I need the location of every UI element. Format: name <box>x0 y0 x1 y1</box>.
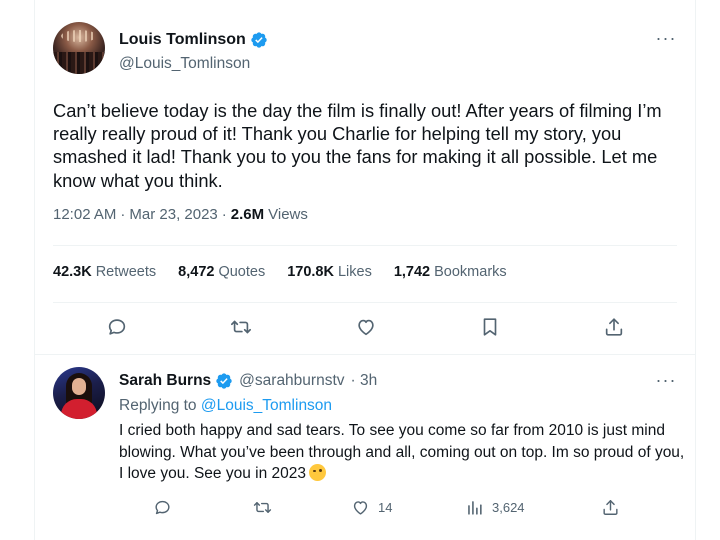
views-label: Views <box>268 206 308 223</box>
reply-actions: 14 3,624 <box>119 498 639 522</box>
stat-label: Likes <box>337 264 372 280</box>
like-count: 14 <box>378 500 393 515</box>
tweet-metadata: 12:02 AM · Mar 23, 2023 · 2.6M Views <box>53 206 308 223</box>
share-button[interactable] <box>601 498 620 517</box>
like-button[interactable]: 14 <box>351 498 392 517</box>
author-name[interactable]: Louis Tomlinson <box>119 31 246 49</box>
reply-text-block: I cried both happy and sad tears. To see… <box>119 420 689 485</box>
stat-count: 1,742 <box>393 264 431 280</box>
tweet-actions <box>35 316 695 344</box>
reply-time[interactable]: · 3h <box>351 372 378 390</box>
share-button[interactable] <box>603 316 627 340</box>
avatar-face <box>72 378 86 395</box>
reply-author-handle[interactable]: @sarahburnstv <box>239 372 344 390</box>
stat-label: Bookmarks <box>434 264 507 280</box>
meta-separator: · <box>221 206 227 223</box>
divider <box>35 354 695 355</box>
verified-badge-icon <box>251 32 267 48</box>
stat-quotes[interactable]: 8,472 Quotes <box>178 264 265 280</box>
winking-face-emoji-icon <box>309 464 326 481</box>
bookmark-icon <box>483 318 497 336</box>
like-icon <box>353 501 368 515</box>
engagement-stats: 42.3K Retweets 8,472 Quotes 170.8K Likes… <box>53 264 507 280</box>
retweet-icon <box>231 320 251 334</box>
stat-bookmarks[interactable]: 1,742 Bookmarks <box>394 264 507 280</box>
retweet-button[interactable] <box>253 498 272 517</box>
stat-retweets[interactable]: 42.3K Retweets <box>53 264 156 280</box>
tweet-date[interactable]: Mar 23, 2023 <box>129 206 217 223</box>
analytics-icon <box>468 501 482 515</box>
stat-likes[interactable]: 170.8K Likes <box>287 264 372 280</box>
views-count: 3,624 <box>492 500 525 515</box>
replying-to-label: Replying to <box>119 397 197 414</box>
meta-separator: · <box>120 206 126 223</box>
reply-icon <box>108 319 126 335</box>
views-button[interactable]: 3,624 <box>465 498 525 517</box>
reply-button[interactable] <box>153 498 172 517</box>
views-count: 2.6M <box>230 206 265 223</box>
stat-count: 8,472 <box>178 264 215 280</box>
divider <box>53 302 677 303</box>
retweet-icon <box>253 502 272 513</box>
share-icon <box>605 318 623 336</box>
stat-label: Quotes <box>218 264 266 280</box>
like-button[interactable] <box>355 316 379 340</box>
avatar[interactable] <box>53 22 105 74</box>
replying-to: Replying to @Louis_Tomlinson <box>119 397 332 415</box>
stage-lights <box>61 30 97 42</box>
reply-text: I cried both happy and sad tears. To see… <box>119 422 685 482</box>
verified-badge-icon <box>216 373 232 389</box>
share-icon <box>603 500 618 515</box>
stat-count: 170.8K <box>287 264 334 280</box>
tweet-text: Can’t believe today is the day the film … <box>53 100 662 191</box>
like-icon <box>358 319 374 336</box>
stat-label: Retweets <box>95 264 157 280</box>
retweet-button[interactable] <box>230 316 254 340</box>
crowd <box>53 52 105 74</box>
bookmark-button[interactable] <box>479 316 503 340</box>
more-options-icon[interactable]: ··· <box>655 371 677 393</box>
reply-icon <box>155 500 170 515</box>
divider <box>53 245 677 246</box>
author-name-row[interactable]: Louis Tomlinson <box>119 31 268 49</box>
reply-button[interactable] <box>106 316 130 340</box>
author-handle[interactable]: @Louis_Tomlinson <box>119 55 250 73</box>
stat-count: 42.3K <box>53 264 92 280</box>
replying-to-mention[interactable]: @Louis_Tomlinson <box>201 397 332 414</box>
tweet-time[interactable]: 12:02 AM <box>53 206 116 223</box>
tweet-thread: Louis Tomlinson @Louis_Tomlinson ··· Can… <box>34 0 696 540</box>
reply-author-name[interactable]: Sarah Burns <box>119 372 211 390</box>
more-options-icon[interactable]: ··· <box>655 29 677 51</box>
reply-header: Sarah Burns @sarahburnstv · 3h <box>119 372 377 390</box>
avatar[interactable] <box>53 367 105 419</box>
